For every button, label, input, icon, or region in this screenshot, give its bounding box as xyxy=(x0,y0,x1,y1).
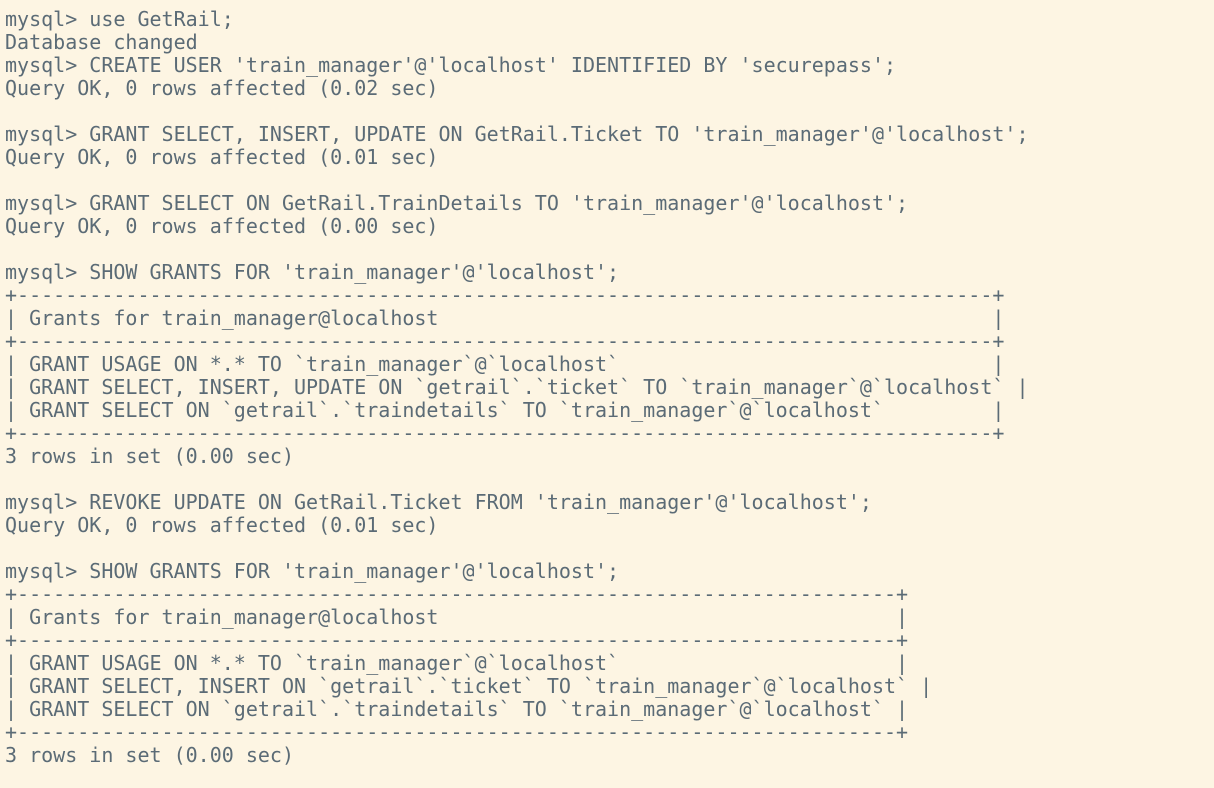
prompt-line: mysql> SHOW GRANTS FOR 'train_manager'@'… xyxy=(5,260,620,284)
prompt-line: mysql> GRANT SELECT ON GetRail.TrainDeta… xyxy=(5,191,909,215)
prompt-line: mysql> CREATE USER 'train_manager'@'loca… xyxy=(5,53,897,77)
table-row: | GRANT SELECT, INSERT, UPDATE ON `getra… xyxy=(5,375,1029,399)
table-border: +---------------------------------------… xyxy=(5,720,909,744)
output-line: 3 rows in set (0.00 sec) xyxy=(5,444,294,468)
table-border: +---------------------------------------… xyxy=(5,283,1005,307)
table-border: +---------------------------------------… xyxy=(5,628,909,652)
output-line: Database changed xyxy=(5,30,198,54)
table-row: | GRANT SELECT ON `getrail`.`traindetail… xyxy=(5,697,909,721)
table-header: | Grants for train_manager@localhost | xyxy=(5,306,1005,330)
prompt-line: mysql> REVOKE UPDATE ON GetRail.Ticket F… xyxy=(5,490,872,514)
prompt-line: mysql> SHOW GRANTS FOR 'train_manager'@'… xyxy=(5,559,620,583)
prompt-line: mysql> use GetRail; xyxy=(5,7,234,31)
output-line: Query OK, 0 rows affected (0.01 sec) xyxy=(5,145,439,169)
terminal-output[interactable]: mysql> use GetRail; Database changed mys… xyxy=(5,8,1210,767)
output-line: Query OK, 0 rows affected (0.01 sec) xyxy=(5,513,439,537)
table-border: +---------------------------------------… xyxy=(5,582,909,606)
table-border: +---------------------------------------… xyxy=(5,329,1005,353)
output-line: 3 rows in set (0.00 sec) xyxy=(5,743,294,767)
output-line: Query OK, 0 rows affected (0.02 sec) xyxy=(5,76,439,100)
table-row: | GRANT USAGE ON *.* TO `train_manager`@… xyxy=(5,651,909,675)
table-row: | GRANT USAGE ON *.* TO `train_manager`@… xyxy=(5,352,1005,376)
output-line: Query OK, 0 rows affected (0.00 sec) xyxy=(5,214,439,238)
prompt-line: mysql> GRANT SELECT, INSERT, UPDATE ON G… xyxy=(5,122,1029,146)
table-border: +---------------------------------------… xyxy=(5,421,1005,445)
table-row: | GRANT SELECT, INSERT ON `getrail`.`tic… xyxy=(5,674,933,698)
table-header: | Grants for train_manager@localhost | xyxy=(5,605,909,629)
table-row: | GRANT SELECT ON `getrail`.`traindetail… xyxy=(5,398,1005,422)
